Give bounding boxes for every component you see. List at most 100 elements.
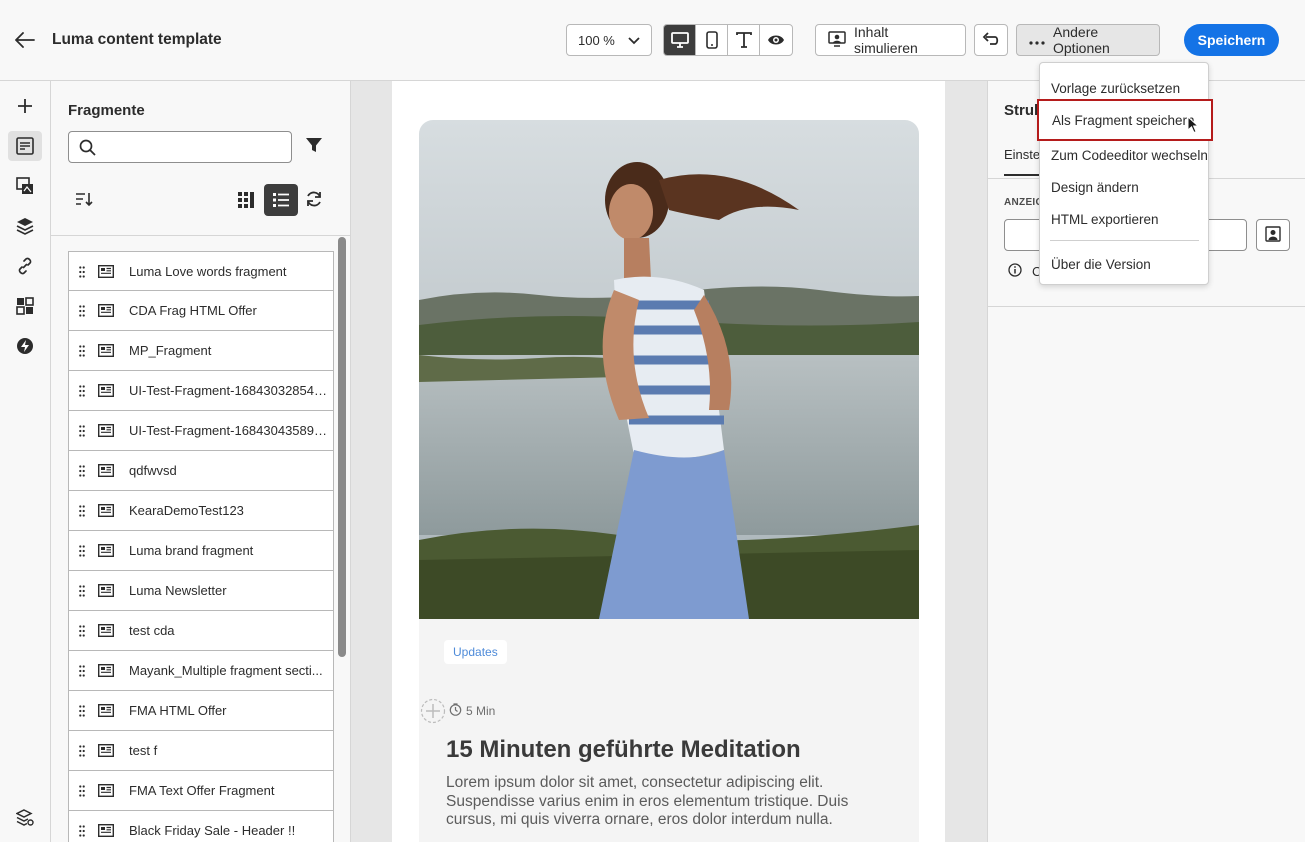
fragment-list-item[interactable]: Luma Love words fragment xyxy=(68,251,334,291)
drag-handle-icon[interactable] xyxy=(79,344,85,360)
personalize-button[interactable] xyxy=(1256,219,1290,251)
fragment-list-item[interactable]: Luma brand fragment xyxy=(68,531,334,571)
fragment-list-item[interactable]: UI-Test-Fragment-168430435899... xyxy=(68,411,334,451)
fragment-list-item[interactable]: UI-Test-Fragment-168430328546... xyxy=(68,371,334,411)
fragment-label: Black Friday Sale - Header !! xyxy=(129,823,296,838)
field-label: ANZEIG xyxy=(1004,197,1044,208)
info-icon xyxy=(1008,263,1022,280)
fragment-icon xyxy=(97,343,115,360)
category-tag[interactable]: Updates xyxy=(444,640,507,664)
drag-handle-icon[interactable] xyxy=(79,824,85,840)
preview-eye-icon[interactable] xyxy=(760,25,792,55)
menu-item-about-version[interactable]: Über die Version xyxy=(1040,249,1208,279)
more-dots-icon xyxy=(1029,32,1045,48)
zoom-select[interactable]: 100 % xyxy=(566,24,652,56)
zoom-value: 100 % xyxy=(578,32,615,48)
fragment-label: Luma Newsletter xyxy=(129,583,227,598)
fragment-icon xyxy=(97,703,115,720)
refresh-icon[interactable] xyxy=(305,190,323,211)
fragment-icon xyxy=(97,623,115,640)
tab-settings[interactable]: Einstel xyxy=(1004,147,1044,176)
menu-item-export-html[interactable]: HTML exportieren xyxy=(1040,204,1208,234)
lightning-icon[interactable] xyxy=(8,331,42,361)
fragment-list-item[interactable]: CDA Frag HTML Offer xyxy=(68,291,334,331)
info-row: C xyxy=(1008,263,1041,280)
fragment-list-item[interactable]: Mayank_Multiple fragment secti... xyxy=(68,651,334,691)
fragment-list-item[interactable]: qdfwvsd xyxy=(68,451,334,491)
fragment-label: FMA HTML Offer xyxy=(129,703,227,718)
simulate-content-button[interactable]: Inhalt simulieren xyxy=(815,24,966,56)
drag-handle-icon[interactable] xyxy=(79,704,85,720)
fragment-icon xyxy=(97,503,115,520)
add-icon[interactable] xyxy=(8,91,42,121)
chevron-down-icon xyxy=(627,33,641,50)
mouse-cursor-icon xyxy=(1187,115,1200,137)
left-tool-rail xyxy=(0,81,51,842)
layers-settings-icon[interactable] xyxy=(8,803,42,833)
drag-handle-icon[interactable] xyxy=(79,744,85,760)
list-view-icon[interactable] xyxy=(264,184,298,216)
drag-handle-icon[interactable] xyxy=(79,504,85,520)
fragment-list-item[interactable]: FMA HTML Offer xyxy=(68,691,334,731)
fragment-icon xyxy=(97,423,115,440)
drag-handle-icon[interactable] xyxy=(79,424,85,440)
drag-handle-icon[interactable] xyxy=(79,304,85,320)
text-view-icon[interactable] xyxy=(728,25,760,55)
fragment-list-item[interactable]: test f xyxy=(68,731,334,771)
fragments-icon[interactable] xyxy=(8,131,42,161)
person-icon xyxy=(1265,225,1281,245)
read-time-value: 5 Min xyxy=(466,704,496,718)
back-arrow-icon[interactable] xyxy=(12,27,38,53)
drag-handle-icon[interactable] xyxy=(79,265,85,281)
assets-icon[interactable] xyxy=(8,171,42,201)
more-options-button[interactable]: Andere Optionen xyxy=(1016,24,1160,56)
sort-icon[interactable] xyxy=(75,191,93,210)
grid-view-icon[interactable] xyxy=(229,184,262,216)
menu-item-change-design[interactable]: Design ändern xyxy=(1040,172,1208,202)
fragment-list-item[interactable]: KearaDemoTest123 xyxy=(68,491,334,531)
fragment-icon xyxy=(97,583,115,600)
fragment-list-item[interactable]: MP_Fragment xyxy=(68,331,334,371)
fragment-list-item[interactable]: test cda xyxy=(68,611,334,651)
layers-icon[interactable] xyxy=(8,211,42,241)
drag-handle-icon[interactable] xyxy=(79,544,85,560)
drag-handle-icon[interactable] xyxy=(79,384,85,400)
content-card: Updates 5 Min 15 Minuten geführte Medita… xyxy=(419,619,919,842)
fragment-icon xyxy=(97,303,115,320)
fragment-label: Mayank_Multiple fragment secti... xyxy=(129,663,323,678)
save-button[interactable]: Speichern xyxy=(1184,24,1279,56)
filter-icon[interactable] xyxy=(305,136,323,157)
fragment-list-item[interactable]: FMA Text Offer Fragment xyxy=(68,771,334,811)
fragment-list-scrollbar[interactable] xyxy=(338,237,346,657)
drag-handle-icon[interactable] xyxy=(79,464,85,480)
fragment-icon xyxy=(97,543,115,560)
search-input[interactable] xyxy=(103,136,283,158)
email-body: Updates 5 Min 15 Minuten geführte Medita… xyxy=(392,81,945,842)
drag-handle-icon[interactable] xyxy=(79,584,85,600)
drag-handle-icon[interactable] xyxy=(79,624,85,640)
undo-button[interactable] xyxy=(974,24,1008,56)
menu-item-switch-code-editor[interactable]: Zum Codeeditor wechseln xyxy=(1040,140,1208,170)
components-icon[interactable] xyxy=(8,291,42,321)
fragment-label: KearaDemoTest123 xyxy=(129,503,244,518)
search-icon xyxy=(79,139,96,159)
mobile-view-icon[interactable] xyxy=(696,25,728,55)
fragment-label: MP_Fragment xyxy=(129,343,212,358)
drag-handle-icon[interactable] xyxy=(79,784,85,800)
link-icon[interactable] xyxy=(8,251,42,281)
fragment-search-field[interactable] xyxy=(68,131,292,163)
fragment-list-item[interactable]: Luma Newsletter xyxy=(68,571,334,611)
email-canvas: Updates 5 Min 15 Minuten geführte Medita… xyxy=(351,81,987,842)
fragment-label: UI-Test-Fragment-168430328546... xyxy=(129,383,327,398)
view-mode-group xyxy=(663,24,793,56)
simulate-icon xyxy=(828,30,846,50)
add-block-plus-icon[interactable] xyxy=(420,698,446,727)
drag-handle-icon[interactable] xyxy=(79,664,85,680)
hero-image[interactable] xyxy=(419,120,919,619)
fragment-label: UI-Test-Fragment-168430435899... xyxy=(129,423,327,438)
divider xyxy=(988,306,1305,307)
menu-divider xyxy=(1050,240,1199,241)
fragment-icon xyxy=(97,743,115,760)
desktop-view-icon[interactable] xyxy=(664,25,696,55)
fragment-list-item[interactable]: Black Friday Sale - Header !! xyxy=(68,811,334,842)
